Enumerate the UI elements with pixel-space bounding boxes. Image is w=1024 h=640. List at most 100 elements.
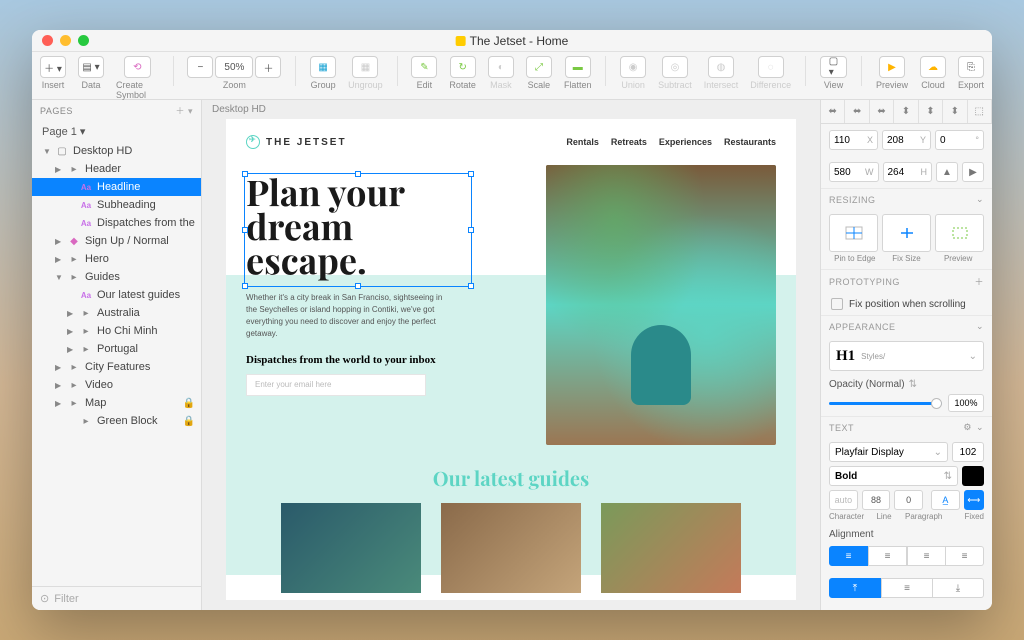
insert-button[interactable]: ＋ ▾ xyxy=(40,56,66,78)
rotate-button[interactable]: ↻ xyxy=(450,56,476,78)
layer-item[interactable]: ▼▸Guides xyxy=(32,268,201,286)
valign-top-button[interactable]: ⤒ xyxy=(829,578,881,598)
folder-icon: ▸ xyxy=(68,398,80,408)
layer-item[interactable]: ▶▸City Features xyxy=(32,358,201,376)
chevron-down-icon[interactable]: ⌄ xyxy=(976,321,984,332)
align-center-h-button[interactable]: ⬌ xyxy=(845,100,869,123)
scale-button[interactable]: ⤢ xyxy=(526,56,552,78)
mask-button[interactable]: ◐ xyxy=(488,56,514,78)
distribute-button[interactable]: ⬚ xyxy=(968,100,992,123)
view-button[interactable]: ▢ ▾ xyxy=(820,56,847,78)
layer-item[interactable]: ▶▸Video xyxy=(32,376,201,394)
layer-item[interactable]: AaSubheading xyxy=(32,196,201,214)
para-spacing-field[interactable]: 0 xyxy=(894,490,923,510)
page-selector[interactable]: Page 1 ▾ xyxy=(32,121,201,142)
folder-icon: ▸ xyxy=(80,326,92,336)
canvas-area[interactable]: Desktop HD THE JETSET RentalsRetreatsExp… xyxy=(202,100,820,610)
layer-item[interactable]: ▶▸Ho Chi Minh xyxy=(32,322,201,340)
ungroup-button[interactable]: ▦ xyxy=(352,56,378,78)
layers-panel: PAGES ＋ ▾ Page 1 ▾ ▼▢Desktop HD▶▸HeaderA… xyxy=(32,100,202,610)
valign-middle-button[interactable]: ≡ xyxy=(881,578,933,598)
chevron-down-icon[interactable]: ⌄ xyxy=(976,194,984,205)
layer-item[interactable]: ▶▸Australia xyxy=(32,304,201,322)
layer-item[interactable]: ▶◆Sign Up / Normal xyxy=(32,232,201,250)
x-field[interactable]: X xyxy=(829,130,878,150)
layer-item[interactable]: AaDispatches from the xyxy=(32,214,201,232)
resize-handle[interactable] xyxy=(468,171,474,177)
create-symbol-button[interactable]: ⟲ xyxy=(124,56,150,78)
zoom-out-button[interactable]: − xyxy=(187,56,213,78)
subtract-button[interactable]: ◎ xyxy=(662,56,688,78)
align-top-button[interactable]: ⬍ xyxy=(894,100,918,123)
font-weight-select[interactable]: Bold⇅ xyxy=(829,466,958,486)
close-icon[interactable] xyxy=(42,35,53,46)
flip-h-button[interactable]: ▲ xyxy=(936,162,958,182)
align-bottom-button[interactable]: ⬍ xyxy=(943,100,967,123)
headline-text[interactable]: Plan your dream escape. xyxy=(246,175,466,278)
layer-item[interactable]: ▶▸Hero xyxy=(32,250,201,268)
resize-preview-button[interactable] xyxy=(935,214,984,252)
add-prototype-button[interactable]: ＋ xyxy=(974,275,984,288)
difference-button[interactable]: ◌ xyxy=(758,56,784,78)
export-button[interactable]: ⎘ xyxy=(958,56,984,78)
filter-input[interactable]: ⊙Filter xyxy=(32,586,201,610)
align-center-v-button[interactable]: ⬍ xyxy=(919,100,943,123)
text-decoration-button[interactable]: A̲ xyxy=(931,490,960,510)
align-right-button[interactable]: ≡ xyxy=(907,546,946,566)
gear-icon[interactable]: ⚙ xyxy=(963,422,972,433)
folder-icon: ▸ xyxy=(68,164,80,174)
layer-item[interactable]: AaOur latest guides xyxy=(32,286,201,304)
toolbar: ＋ ▾ Insert ▤ ▾ Data ⟲ Create Symbol − 50… xyxy=(32,52,992,100)
char-spacing-field[interactable]: auto xyxy=(829,490,858,510)
data-button[interactable]: ▤ ▾ xyxy=(78,56,104,78)
prototyping-label: PROTOTYPING xyxy=(829,277,900,287)
layer-item[interactable]: ▸Green Block🔒 xyxy=(32,412,201,430)
text-color-swatch[interactable] xyxy=(962,466,984,486)
chevron-down-icon[interactable]: ⌄ xyxy=(976,422,984,433)
opacity-slider[interactable]: 100% xyxy=(829,394,984,412)
font-size-field[interactable]: 102 xyxy=(952,442,984,462)
brand-logo: THE JETSET xyxy=(246,135,347,149)
intersect-button[interactable]: ◍ xyxy=(708,56,734,78)
zoom-in-button[interactable]: ＋ xyxy=(255,56,281,78)
layer-item[interactable]: ▼▢Desktop HD xyxy=(32,142,201,160)
fix-size-button[interactable] xyxy=(882,214,931,252)
zoom-value[interactable]: 50% xyxy=(215,56,253,78)
font-family-select[interactable]: Playfair Display⌄ xyxy=(829,442,948,462)
artboard[interactable]: THE JETSET RentalsRetreatsExperiencesRes… xyxy=(226,119,796,600)
align-left-button[interactable]: ⬌ xyxy=(821,100,845,123)
fix-position-checkbox[interactable]: Fix position when scrolling xyxy=(821,293,992,315)
fullscreen-icon[interactable] xyxy=(78,35,89,46)
align-justify-button[interactable]: ≡ xyxy=(946,546,984,566)
add-page-button[interactable]: ＋ ▾ xyxy=(175,104,193,117)
guide-card xyxy=(281,503,421,593)
layer-item[interactable]: ▶▸Portugal xyxy=(32,340,201,358)
flip-v-button[interactable]: ▶ xyxy=(962,162,984,182)
group-button[interactable]: ▦ xyxy=(310,56,336,78)
line-spacing-field[interactable]: 88 xyxy=(862,490,891,510)
preview-button[interactable]: ▶ xyxy=(879,56,905,78)
pin-to-edge-button[interactable] xyxy=(829,214,878,252)
edit-button[interactable]: ✎ xyxy=(411,56,437,78)
email-input[interactable]: Enter your email here xyxy=(246,374,426,396)
layer-item[interactable]: AaHeadline xyxy=(32,178,201,196)
minimize-icon[interactable] xyxy=(60,35,71,46)
height-field[interactable]: H xyxy=(883,162,933,182)
flatten-button[interactable]: ▬ xyxy=(565,56,591,78)
rotation-field[interactable]: ° xyxy=(935,130,984,150)
align-left-button[interactable]: ≡ xyxy=(829,546,868,566)
search-icon: ⊙ xyxy=(40,592,49,605)
app-window: The Jetset - Home ＋ ▾ Insert ▤ ▾ Data ⟲ … xyxy=(32,30,992,610)
cloud-button[interactable]: ☁ xyxy=(920,56,946,78)
union-button[interactable]: ◉ xyxy=(620,56,646,78)
align-right-button[interactable]: ⬌ xyxy=(870,100,894,123)
align-center-button[interactable]: ≡ xyxy=(868,546,907,566)
layer-item[interactable]: ▶▸Map🔒 xyxy=(32,394,201,412)
layer-item[interactable]: ▶▸Header xyxy=(32,160,201,178)
text-style-picker[interactable]: H1 Styles/ ⌄ xyxy=(829,341,984,371)
resize-handle[interactable] xyxy=(468,227,474,233)
fixed-width-button[interactable]: ⟷ xyxy=(964,490,984,510)
valign-bottom-button[interactable]: ⤓ xyxy=(933,578,984,598)
width-field[interactable]: W xyxy=(829,162,879,182)
y-field[interactable]: Y xyxy=(882,130,931,150)
